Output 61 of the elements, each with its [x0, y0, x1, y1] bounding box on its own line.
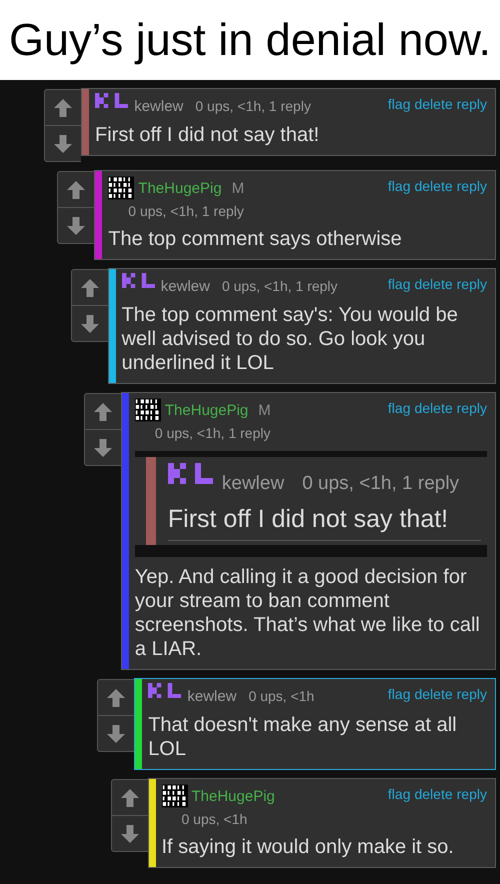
comment-text: The top comment say's: You would be well advised to do so. Go look you underlined it LOL — [122, 303, 459, 375]
avatar-icon — [134, 397, 161, 423]
avatar-icon — [148, 683, 184, 698]
user-label: M — [258, 402, 271, 419]
avatar-icon — [95, 93, 130, 108]
avatar-icon — [168, 463, 216, 484]
comment-meta: 0 ups, <1h, 1 reply — [128, 203, 245, 219]
username[interactable]: kewlew — [160, 278, 210, 295]
action-link[interactable]: reply — [456, 276, 487, 292]
up-arrow-icon — [120, 788, 140, 808]
action-link[interactable]: flag — [388, 786, 410, 802]
comment-text: The top comment says otherwise — [108, 227, 403, 251]
meme-caption: Guy’s just in denial now. — [9, 14, 491, 66]
action-link[interactable]: reply — [456, 96, 487, 112]
comment-meta: 0 ups, <1h — [248, 688, 314, 704]
action-link[interactable]: delete — [414, 178, 453, 194]
comment-text: Yep. And calling it a good decision for your stream to ban comment screenshots. That’s what we like to call a LIAR. — [134, 565, 481, 661]
up-arrow-icon — [106, 688, 126, 708]
action-link[interactable]: flag — [388, 276, 410, 292]
comment-meta: 0 ups, <1h, 1 reply — [302, 473, 460, 495]
down-arrow-icon — [92, 438, 113, 458]
up-arrow-icon — [80, 278, 100, 298]
down-arrow-icon — [80, 314, 100, 334]
action-link[interactable]: delete — [414, 276, 453, 292]
comment-text: That doesn't make any sense at all LOL — [148, 713, 458, 761]
up-arrow-icon — [66, 180, 86, 200]
action-link[interactable]: flag — [388, 96, 410, 112]
comment-meta: 0 ups, <1h, 1 reply — [154, 425, 272, 441]
action-link[interactable]: reply — [456, 178, 487, 194]
action-link[interactable]: reply — [456, 400, 487, 416]
action-link[interactable]: reply — [456, 786, 487, 802]
down-arrow-icon — [106, 724, 126, 744]
action-link[interactable]: flag — [388, 178, 410, 194]
comment-meta: 0 ups, <1h, 1 reply — [195, 98, 311, 114]
action-link[interactable]: reply — [456, 686, 487, 702]
down-arrow-icon — [53, 134, 73, 154]
action-link[interactable]: flag — [388, 686, 410, 702]
action-link[interactable]: delete — [414, 786, 453, 802]
comment-meta: 0 ups, <1h, 1 reply — [222, 278, 338, 294]
avatar-icon — [122, 273, 157, 288]
comment-text: First off I did not say that! — [168, 505, 481, 541]
username[interactable]: kewlew — [187, 688, 237, 705]
action-link[interactable]: flag — [388, 400, 410, 416]
action-link[interactable]: delete — [414, 96, 453, 112]
username[interactable]: TheHugePig — [138, 180, 222, 197]
comment-text: If saying it would only make it so. — [162, 835, 455, 859]
up-arrow-icon — [53, 98, 73, 118]
action-link[interactable]: delete — [414, 400, 453, 416]
avatar-icon — [162, 783, 188, 809]
up-arrow-icon — [92, 402, 113, 422]
username[interactable]: TheHugePig — [164, 402, 248, 419]
avatar-icon — [108, 175, 134, 201]
username: kewlew — [222, 473, 284, 495]
user-label: M — [232, 180, 244, 197]
down-arrow-icon — [120, 824, 140, 844]
username[interactable]: TheHugePig — [192, 788, 275, 805]
comment-meta: 0 ups, <1h — [182, 811, 248, 827]
down-arrow-icon — [66, 216, 86, 236]
comment-text: First off I did not say that! — [95, 123, 320, 147]
username[interactable]: kewlew — [134, 98, 184, 115]
action-link[interactable]: delete — [414, 686, 453, 702]
